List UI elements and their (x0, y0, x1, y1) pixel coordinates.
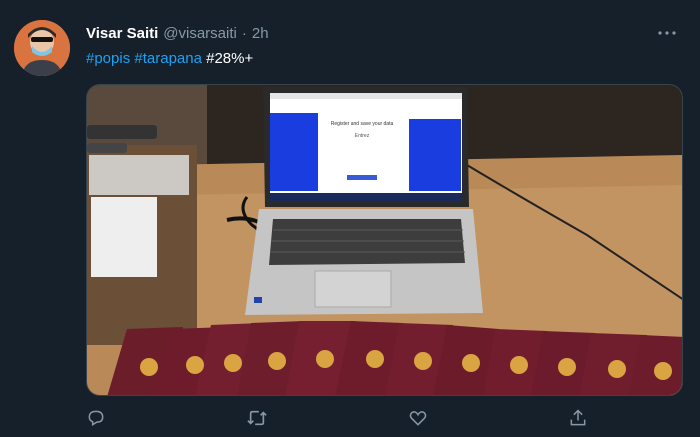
avatar[interactable] (14, 20, 70, 76)
action-bar (86, 404, 586, 432)
author-handle[interactable]: @visarsaiti (163, 25, 237, 42)
share-icon[interactable] (564, 404, 592, 432)
tweet-text: #popis #tarapana #28%+ (86, 49, 253, 69)
avatar-image (14, 20, 70, 76)
tweet-header: Visar Saiti @visarsaiti · 2h (86, 25, 269, 47)
hashtag-link[interactable]: #popis (86, 50, 130, 67)
screen-title: Register and save your data (331, 121, 394, 127)
more-dots-icon[interactable] (654, 22, 680, 44)
hashtag-link[interactable]: #tarapana (134, 50, 202, 67)
tweet-media[interactable]: Register and save your data Entrez (86, 84, 683, 396)
like-icon[interactable] (404, 404, 432, 432)
separator: · (241, 25, 247, 42)
screen-subtitle: Entrez (355, 133, 370, 139)
author-name[interactable]: Visar Saiti (86, 25, 158, 42)
tweet-text-rest: #28%+ (206, 50, 254, 67)
tweet[interactable]: Visar Saiti @visarsaiti · 2h #popis #tar… (0, 0, 700, 437)
reply-icon[interactable] (82, 404, 110, 432)
tweet-time[interactable]: 2h (252, 25, 269, 42)
retweet-icon[interactable] (243, 404, 271, 432)
photo: Register and save your data Entrez (87, 85, 682, 395)
